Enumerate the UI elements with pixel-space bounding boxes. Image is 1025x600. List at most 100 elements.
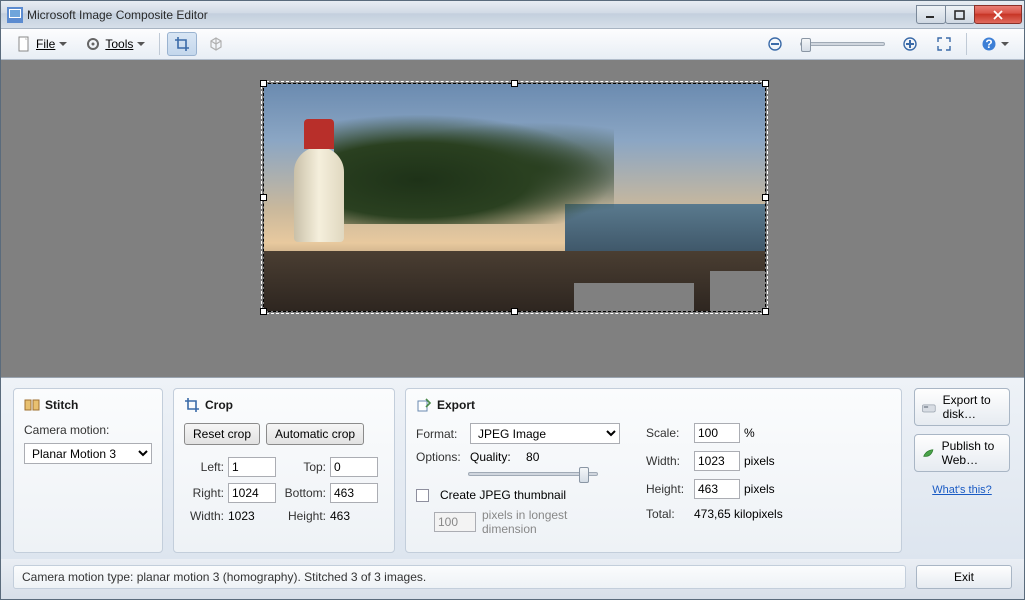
- maximize-button[interactable]: [945, 5, 975, 24]
- reset-crop-button[interactable]: Reset crop: [184, 423, 260, 445]
- stitch-icon: [24, 397, 40, 413]
- crop-height-value: 463: [330, 509, 382, 523]
- exit-button[interactable]: Exit: [916, 565, 1012, 589]
- crop-handle-nw[interactable]: [260, 80, 267, 87]
- disk-icon: [921, 396, 937, 418]
- crop-handle-sw[interactable]: [260, 308, 267, 315]
- width-label: Width:: [184, 509, 228, 523]
- px-unit: pixels: [744, 482, 800, 496]
- zoom-slider[interactable]: [800, 42, 885, 46]
- caret-icon: [1001, 42, 1009, 50]
- ex-width-label: Width:: [646, 454, 694, 468]
- close-button[interactable]: [974, 5, 1022, 24]
- cube-icon: [208, 36, 224, 52]
- help-menu[interactable]: ?: [974, 32, 1016, 56]
- tools-label: Tools: [105, 37, 133, 51]
- options-label: Options:: [416, 450, 464, 464]
- quality-slider[interactable]: [468, 472, 598, 476]
- quality-label: Quality:: [470, 450, 511, 464]
- file-icon: [16, 36, 32, 52]
- crop-handle-w[interactable]: [260, 194, 267, 201]
- svg-text:?: ?: [985, 37, 992, 51]
- thumb-hint: pixels in longest dimension: [482, 508, 592, 536]
- cube-tool-button[interactable]: [201, 32, 231, 56]
- crop-right-input[interactable]: [228, 483, 276, 503]
- quality-value: 80: [526, 450, 539, 464]
- stitch-panel: Stitch Camera motion: Planar Motion 3: [13, 388, 163, 553]
- format-select[interactable]: JPEG Image: [470, 423, 620, 444]
- toolbar: File Tools ?: [1, 29, 1024, 60]
- px-unit: pixels: [744, 454, 800, 468]
- crop-panel: Crop Reset crop Automatic crop Left: Top…: [173, 388, 395, 553]
- camera-motion-label: Camera motion:: [24, 423, 109, 437]
- crop-icon: [184, 397, 200, 413]
- ex-height-input[interactable]: [694, 479, 740, 499]
- minus-circle-icon: [767, 36, 783, 52]
- window-title: Microsoft Image Composite Editor: [27, 8, 917, 22]
- fit-button[interactable]: [929, 32, 959, 56]
- format-label: Format:: [416, 427, 464, 441]
- export-disk-label: Export to disk…: [943, 393, 1003, 422]
- left-label: Left:: [184, 460, 228, 474]
- ex-width-input[interactable]: [694, 451, 740, 471]
- status-bar: Camera motion type: planar motion 3 (hom…: [1, 559, 1024, 599]
- status-text: Camera motion type: planar motion 3 (hom…: [13, 565, 906, 589]
- tools-menu[interactable]: Tools: [78, 32, 152, 56]
- publish-label: Publish to Web…: [942, 439, 1003, 468]
- file-label: File: [36, 37, 55, 51]
- titlebar: Microsoft Image Composite Editor: [1, 1, 1024, 29]
- export-heading: Export: [437, 398, 475, 412]
- crop-top-input[interactable]: [330, 457, 378, 477]
- bottom-label: Bottom:: [280, 486, 330, 500]
- help-icon: ?: [981, 36, 997, 52]
- camera-motion-select[interactable]: Planar Motion 3: [24, 443, 152, 464]
- separator: [966, 33, 967, 55]
- panorama-preview: [264, 84, 765, 311]
- plus-circle-icon: [902, 36, 918, 52]
- crop-heading: Crop: [205, 398, 233, 412]
- minimize-button[interactable]: [916, 5, 946, 24]
- panels-row: Stitch Camera motion: Planar Motion 3 Cr…: [1, 378, 1024, 559]
- separator: [159, 33, 160, 55]
- crop-handle-s[interactable]: [511, 308, 518, 315]
- zoom-out-button[interactable]: [760, 32, 790, 56]
- stitch-heading: Stitch: [45, 398, 78, 412]
- crop-tool-button[interactable]: [167, 32, 197, 56]
- scale-label: Scale:: [646, 426, 694, 440]
- crop-handle-ne[interactable]: [762, 80, 769, 87]
- export-to-disk-button[interactable]: Export to disk…: [914, 388, 1010, 426]
- side-buttons: Export to disk… Publish to Web… What's t…: [912, 388, 1012, 553]
- thumbnail-label: Create JPEG thumbnail: [440, 488, 566, 502]
- leaf-icon: [921, 442, 936, 464]
- whats-this-link[interactable]: What's this?: [932, 484, 992, 496]
- automatic-crop-button[interactable]: Automatic crop: [266, 423, 364, 445]
- total-value: 473,65 kilopixels: [694, 507, 800, 521]
- window-buttons: [917, 5, 1022, 24]
- quality-thumb[interactable]: [579, 467, 589, 483]
- fit-icon: [936, 36, 952, 52]
- thumbnail-checkbox[interactable]: [416, 489, 429, 502]
- gear-icon: [85, 36, 101, 52]
- crop-selection[interactable]: [263, 83, 766, 312]
- crop-handle-n[interactable]: [511, 80, 518, 87]
- zoom-thumb[interactable]: [801, 38, 811, 52]
- total-label: Total:: [646, 507, 694, 521]
- file-menu[interactable]: File: [9, 32, 74, 56]
- ex-height-label: Height:: [646, 482, 694, 496]
- height-label: Height:: [280, 509, 330, 523]
- app-icon: [7, 7, 23, 23]
- zoom-in-button[interactable]: [895, 32, 925, 56]
- crop-handle-se[interactable]: [762, 308, 769, 315]
- export-icon: [416, 397, 432, 413]
- crop-width-value: 1023: [228, 509, 280, 523]
- right-label: Right:: [184, 486, 228, 500]
- image-canvas[interactable]: [1, 60, 1024, 378]
- scale-input[interactable]: [694, 423, 740, 443]
- crop-handle-e[interactable]: [762, 194, 769, 201]
- export-panel: Export Format: JPEG Image Options: Quali…: [405, 388, 902, 553]
- crop-left-input[interactable]: [228, 457, 276, 477]
- publish-to-web-button[interactable]: Publish to Web…: [914, 434, 1010, 472]
- crop-icon: [174, 36, 190, 52]
- scale-unit: %: [744, 426, 800, 440]
- crop-bottom-input[interactable]: [330, 483, 378, 503]
